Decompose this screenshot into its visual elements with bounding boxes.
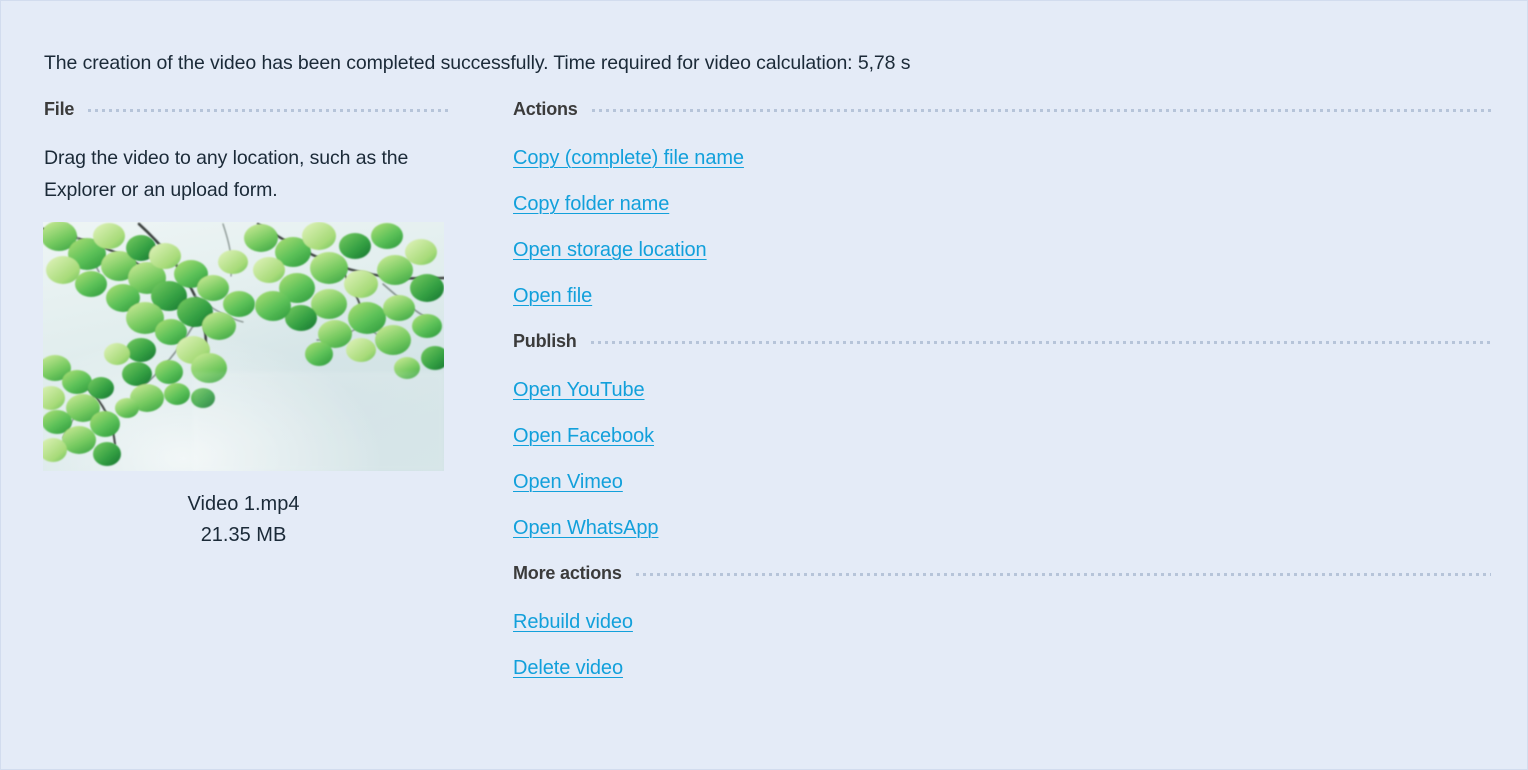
file-name-label: Video 1.mp4 — [187, 493, 300, 515]
open-storage-location-link[interactable]: Open storage location — [513, 237, 707, 263]
dotted-rule-more-actions — [635, 573, 1491, 576]
video-thumbnail-image — [43, 222, 444, 471]
section-title-actions: Actions — [513, 98, 578, 119]
status-message: The creation of the video has been compl… — [44, 52, 911, 74]
drag-hint-text: Drag the video to any location, such as … — [44, 147, 409, 201]
video-thumbnail[interactable] — [43, 222, 444, 471]
copy-folder-name-link[interactable]: Copy folder name — [513, 191, 669, 217]
section-title-more-actions: More actions — [513, 562, 622, 583]
section-header-actions: Actions — [513, 97, 1491, 121]
open-whatsapp-link[interactable]: Open WhatsApp — [513, 515, 659, 541]
section-title-file: File — [44, 98, 75, 119]
dotted-rule-publish — [590, 341, 1491, 344]
dotted-rule-file — [88, 109, 452, 112]
open-facebook-link[interactable]: Open Facebook — [513, 423, 654, 449]
open-file-link[interactable]: Open file — [513, 283, 592, 309]
rebuild-video-link[interactable]: Rebuild video — [513, 609, 633, 635]
section-header-more-actions: More actions — [513, 561, 1491, 585]
dotted-rule-actions — [591, 109, 1491, 112]
section-header-publish: Publish — [513, 329, 1491, 353]
section-title-publish: Publish — [513, 330, 577, 351]
section-header-file: File — [44, 97, 452, 121]
file-size-label: 21.35 MB — [200, 524, 287, 546]
open-youtube-link[interactable]: Open YouTube — [513, 377, 645, 403]
open-vimeo-link[interactable]: Open Vimeo — [513, 469, 623, 495]
delete-video-link[interactable]: Delete video — [513, 655, 623, 681]
copy-complete-file-name-link[interactable]: Copy (complete) file name — [513, 145, 744, 171]
video-export-result-page: The creation of the video has been compl… — [0, 0, 1528, 770]
